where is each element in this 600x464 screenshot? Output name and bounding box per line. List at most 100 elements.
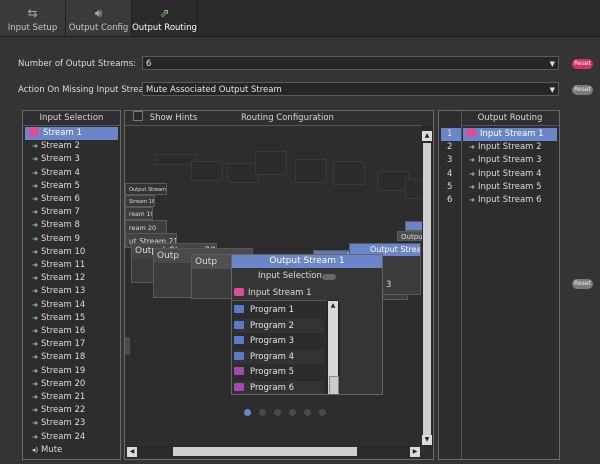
input-stream-item[interactable]: ➜ Stream 8 <box>29 219 80 232</box>
input-stream-item[interactable]: ➜ Stream 14 <box>29 299 85 312</box>
output-node[interactable]: Outpu <box>397 231 425 241</box>
selected-input[interactable]: Input Stream 1 <box>234 287 312 299</box>
arrow-icon: ➜ <box>32 419 38 428</box>
output-routing-item[interactable]: ➜ Input Stream 2 <box>466 141 542 154</box>
scrollbar-thumb[interactable] <box>423 143 431 439</box>
reset-button[interactable]: Reset <box>572 85 593 95</box>
mute-item[interactable]: ◂) Mute <box>29 444 62 457</box>
arrow-icon: ➜ <box>32 287 38 296</box>
num-streams-label: Number of Output Streams: <box>18 59 137 69</box>
output-node[interactable]: Stream 18 <box>125 195 155 207</box>
arrow-icon: ➜ <box>32 432 38 441</box>
reset-button[interactable]: Reset <box>572 59 593 69</box>
hint-tile <box>255 151 287 175</box>
arrow-icon: ➜ <box>32 208 38 217</box>
routing-vertical-scrollbar[interactable]: ▲ ▼ <box>422 125 433 445</box>
input-stream-item[interactable]: ➜ Stream 4 <box>29 167 80 180</box>
program-item[interactable]: Program 5 <box>234 365 324 379</box>
output-routing-item[interactable]: ➜ Input Stream 6 <box>466 194 542 207</box>
arrow-icon: ➜ <box>32 313 38 322</box>
input-stream-item[interactable]: ➜ Stream 15 <box>29 312 85 325</box>
scrollbar-thumb[interactable] <box>329 376 339 394</box>
input-stream-item[interactable]: ➜ Stream 5 <box>29 180 80 193</box>
scroll-right-arrow-icon[interactable]: ▶ <box>410 447 420 457</box>
output-routing-item[interactable]: ➜ Input Stream 3 <box>466 154 542 167</box>
page-dot[interactable] <box>319 409 326 416</box>
input-stream-item[interactable]: ➜ Stream 21 <box>29 391 85 404</box>
scrollbar-thumb[interactable] <box>173 447 357 456</box>
input-stream-item[interactable]: ➜ Stream 3 <box>29 153 80 166</box>
tab-input-setup[interactable]: ⇆ Input Setup <box>0 0 66 36</box>
arrow-icon: ➜ <box>32 393 38 401</box>
program-list[interactable]: Program 1 Program 2 Program 3 Program 4 Prog… <box>232 300 340 394</box>
arrow-icon: ➜ <box>32 353 38 362</box>
hint-tile <box>191 161 223 181</box>
chevron-down-icon: ▼ <box>549 86 555 94</box>
input-stream-item[interactable]: ➜ Stream 12 <box>29 272 85 285</box>
speaker-icon: 🔊︎ <box>94 6 103 20</box>
reset-button[interactable]: Reset <box>572 279 593 289</box>
arrow-icon: ➜ <box>32 221 38 230</box>
output-node[interactable]: ream 20 <box>125 220 167 234</box>
input-stream-item[interactable]: ➜ Stream 2 <box>29 140 80 153</box>
missing-input-select[interactable]: Mute Associated Output Stream ▼ <box>142 82 559 96</box>
program-list-scrollbar[interactable]: ▲ <box>327 300 339 394</box>
input-stream-item[interactable]: ➜ Stream 22 <box>29 404 85 417</box>
output-routing-item[interactable]: ➜ Input Stream 5 <box>466 181 542 194</box>
program-item[interactable]: Program 3 <box>234 334 324 348</box>
input-stream-item[interactable]: ➜ Stream 19 <box>29 365 85 378</box>
routing-horizontal-scrollbar[interactable]: ◀ ▶ <box>127 446 421 457</box>
page-dot[interactable] <box>304 409 311 416</box>
input-stream-item[interactable]: ➜ Stream 6 <box>29 193 80 206</box>
arrow-icon: ➜ <box>32 327 38 335</box>
input-stream-item[interactable]: ➜ Stream 17 <box>29 338 85 351</box>
program-item[interactable]: Program 2 <box>234 318 324 333</box>
input-stream-item[interactable]: ➜ Stream 24 <box>29 431 85 444</box>
arrow-icon: ➜ <box>469 143 475 152</box>
program-item[interactable]: Program 6 <box>234 380 324 394</box>
scroll-marker <box>125 337 130 355</box>
show-hints-checkbox[interactable] <box>133 111 143 121</box>
input-stream-item[interactable]: ➜ Stream 7 <box>29 206 80 219</box>
scroll-up-arrow-icon[interactable]: ▲ <box>422 131 432 141</box>
arrow-icon: ➜ <box>469 196 475 204</box>
chevron-down-icon: ▼ <box>549 60 555 68</box>
arrow-icon: ➜ <box>32 247 38 256</box>
output-node[interactable]: Output Stream 17 <box>125 183 167 195</box>
input-stream-item[interactable]: ➜ Stream 13 <box>29 285 85 298</box>
page-dot[interactable] <box>289 409 296 416</box>
arrow-icon: ➜ <box>32 195 38 203</box>
output-routing-item[interactable]: ➜ Input Stream 4 <box>466 168 542 181</box>
page-dot[interactable] <box>244 409 251 416</box>
input-stream-item[interactable]: ➜ Stream 20 <box>29 378 85 391</box>
arrow-icon: ➜ <box>32 155 38 164</box>
program-item[interactable]: Program 1 <box>234 303 324 317</box>
output-node[interactable] <box>405 221 423 231</box>
program-icon <box>234 320 244 329</box>
input-setup-icon: ⇆ <box>27 6 38 20</box>
page-dot[interactable] <box>274 409 281 416</box>
input-stream-item[interactable]: ➜ Stream 18 <box>29 351 85 364</box>
page-dot[interactable] <box>259 409 266 416</box>
scroll-down-arrow-icon[interactable]: ▼ <box>422 435 432 445</box>
output-routing-panel: Output Routing 1 Input Stream 1 2 ➜ Input St… <box>438 110 560 460</box>
output-number: 6 <box>447 195 453 205</box>
input-stream-item[interactable]: ➜ Stream 11 <box>29 259 85 272</box>
routing-icon: ⇗ <box>159 6 170 20</box>
tab-output-config[interactable]: 🔊︎ Output Config <box>66 0 132 36</box>
output-node[interactable]: ream 19 <box>125 207 153 220</box>
toggle-switch[interactable] <box>322 274 336 280</box>
input-stream-item[interactable]: ➜ Stream 9 <box>29 233 80 246</box>
program-item[interactable]: Program 4 <box>234 349 324 364</box>
scroll-left-arrow-icon[interactable]: ◀ <box>127 447 137 457</box>
input-stream-item[interactable]: ➜ Stream 16 <box>29 325 85 338</box>
input-stream-item[interactable]: ➜ Stream 10 <box>29 246 85 259</box>
num-streams-select[interactable]: 6 ▼ <box>142 56 559 70</box>
tab-output-routing[interactable]: ⇗ Output Routing <box>132 0 198 36</box>
input-stream-item[interactable]: Stream 1 <box>25 127 118 140</box>
input-stream-item[interactable]: ➜ Stream 23 <box>29 417 85 430</box>
output-routing-item[interactable]: Input Stream 1 <box>463 128 557 141</box>
scroll-up-arrow-icon[interactable]: ▲ <box>328 301 338 311</box>
output-stream-1-node[interactable]: Output Stream 1 Input Selection Input St… <box>231 254 383 395</box>
routing-config-panel: Show Hints Routing Configuration Output … <box>124 110 434 460</box>
